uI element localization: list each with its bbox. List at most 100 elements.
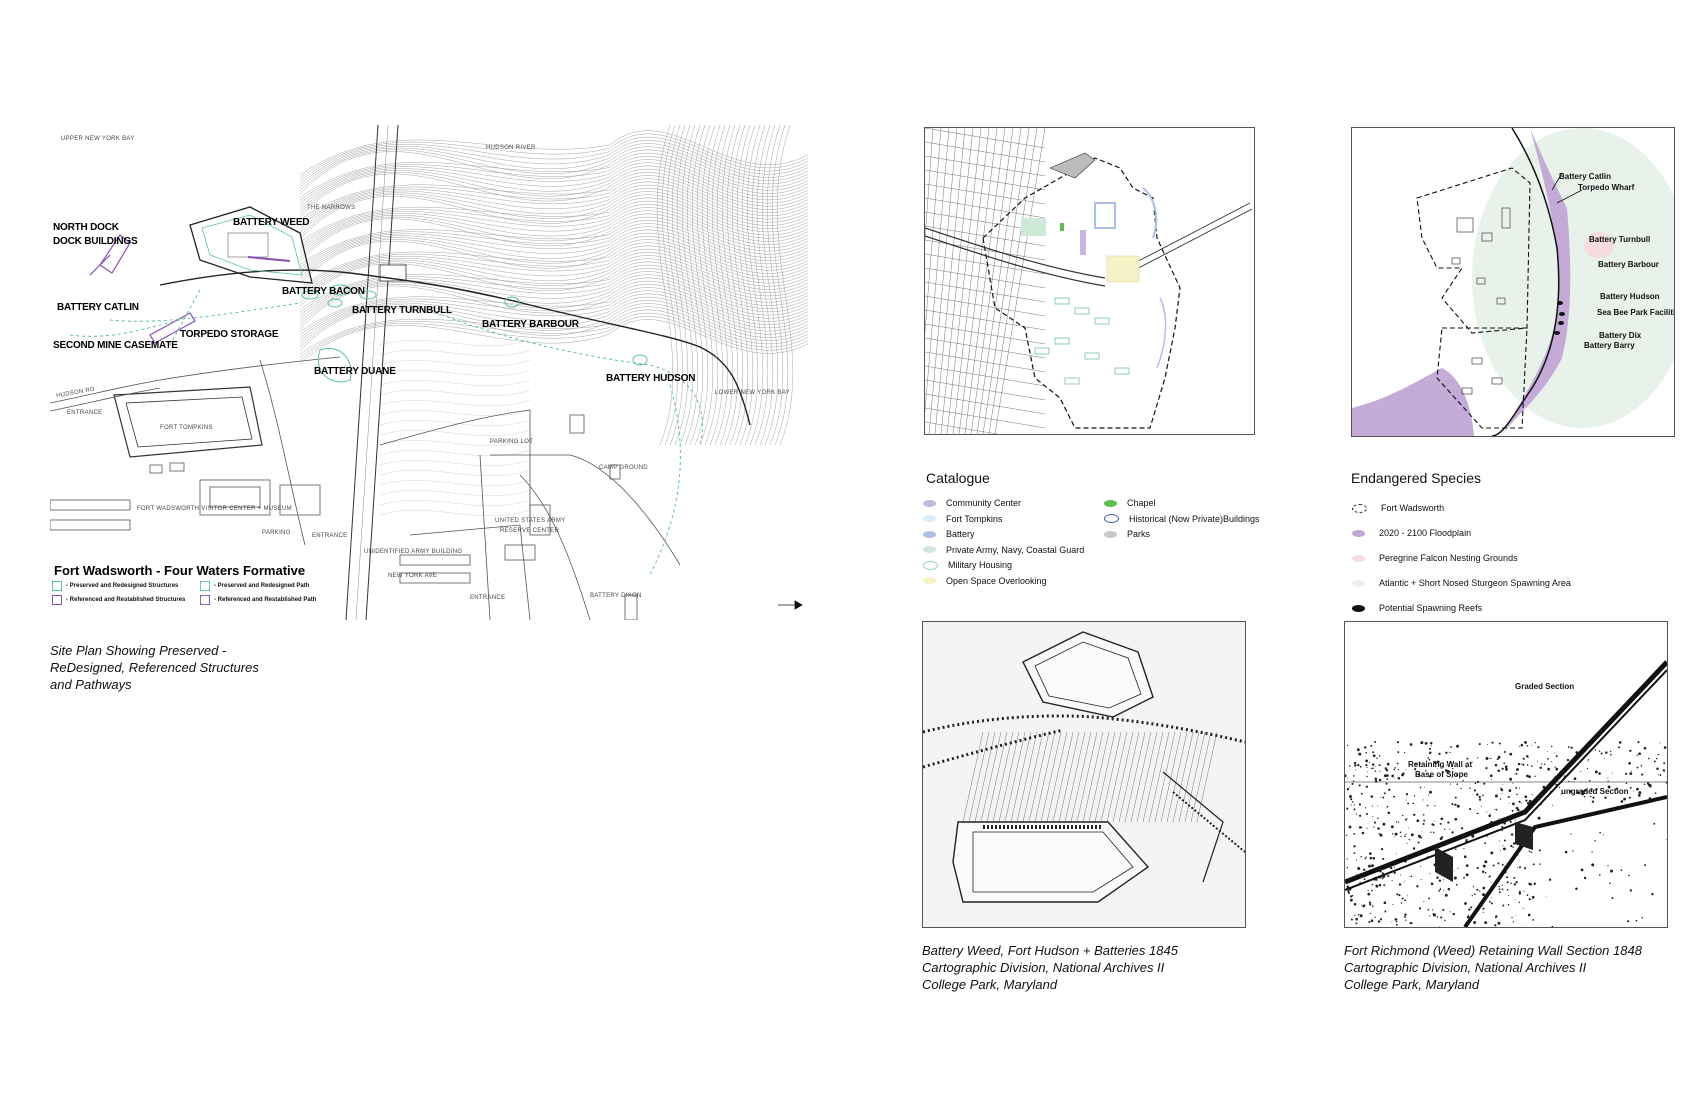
catalogue-swatch [923, 530, 936, 538]
label-torpedo-storage: TORPEDO STORAGE [180, 329, 279, 340]
catalogue-item: Chapel [1104, 498, 1156, 508]
catalogue-swatch [923, 577, 936, 584]
legend-swatch [200, 581, 210, 591]
label-unidentified-building: UNIDENTIFIED ARMY BUILDING [364, 549, 463, 555]
species-item: Peregrine Falcon Nesting Grounds [1352, 553, 1518, 563]
label-new-york-ave: NEW YORK AVE [388, 573, 438, 579]
catalogue-title: Catalogue [926, 470, 990, 486]
referenced-structures [89, 234, 196, 344]
archive-map-1845[interactable] [922, 621, 1246, 928]
label-battery-duane: BATTERY DUANE [314, 366, 396, 377]
species-swatch [1352, 503, 1367, 513]
map-label-sea-bee: Sea Bee Park Facilities [1597, 308, 1674, 317]
catalogue-label: Military Housing [948, 560, 1013, 570]
legend-label: - Referenced and Restablished Path [214, 597, 317, 603]
catalogue-item: Battery [923, 529, 975, 539]
label-army-reserve-2: RESERVE CENTER [500, 528, 560, 534]
catalogue-item: Open Space Overlooking [923, 576, 1047, 586]
label-parking: PARKING [262, 530, 291, 536]
site-plan-caption: Site Plan Showing Preserved - ReDesigned… [50, 642, 259, 693]
label-battery-weed: BATTERY WEED [233, 217, 310, 228]
catalogue-swatch [923, 546, 936, 553]
archive-1-caption-line: Battery Weed, Fort Hudson + Batteries 18… [922, 943, 1178, 958]
species-swatch [1352, 554, 1365, 562]
endangered-species-map[interactable]: Battery Catlin Torpedo Wharf Battery Tur… [1351, 127, 1675, 437]
catalogue-label: Parks [1127, 529, 1151, 539]
legend-label: - Referenced and Restablished Structures [66, 597, 186, 603]
species-item: Atlantic + Short Nosed Sturgeon Spawning… [1352, 578, 1571, 588]
label-battery-barbour: BATTERY BARBOUR [482, 319, 579, 330]
label-upper-bay: UPPER NEW YORK BAY [61, 136, 135, 142]
legend-label: - Preserved and Redesigned Structures [66, 583, 179, 589]
map-label-battery-turnbull: Battery Turnbull [1589, 235, 1651, 244]
catalogue-swatch [1104, 499, 1117, 507]
species-swatch [1352, 529, 1365, 537]
species-label: Peregrine Falcon Nesting Grounds [1379, 553, 1518, 563]
site-plan-caption-line: Site Plan Showing Preserved - [50, 643, 227, 658]
label-army-reserve-1: UNITED STATES ARMY [495, 518, 566, 524]
catalogue-label: Battery [946, 529, 975, 539]
catalogue-item: Historical (Now Private)Buildings [1104, 514, 1260, 524]
map-label-torpedo-wharf: Torpedo Wharf [1578, 183, 1635, 192]
label-battery-hudson: BATTERY HUDSON [606, 373, 696, 384]
label-battery-dixon: BATTERY DIXON [590, 593, 642, 599]
species-map-drawing [1352, 128, 1674, 436]
label-battery-turnbull: BATTERY TURNBULL [352, 305, 452, 316]
catalogue-label: Fort Tompkins [946, 513, 1003, 524]
catalogue-label: Private Army, Navy, Coastal Guard [946, 544, 1085, 555]
catalogue-item: Military Housing [923, 560, 1012, 570]
site-plan-legend-item: - Preserved and Redesigned Structures [52, 581, 178, 591]
legend-label: - Preserved and Redesigned Path [214, 583, 310, 589]
archive-1-caption-line: Cartographic Division, National Archives… [922, 960, 1165, 975]
archive-wall-section-1848[interactable]: Graded Section Retaining Wall at Base of… [1344, 621, 1668, 928]
label-the-narrows: THE NARROWS [307, 205, 356, 211]
catalogue-label: Historical (Now Private)Buildings [1129, 513, 1260, 524]
archive-2-caption-line: College Park, Maryland [1344, 977, 1480, 992]
map-label-battery-barbour: Battery Barbour [1598, 260, 1659, 269]
legend-swatch [52, 581, 62, 591]
catalogue-map[interactable] [924, 127, 1255, 435]
label-fort-tompkins: FORT TOMPKINS [160, 425, 213, 431]
archive-1-caption-line: College Park, Maryland [922, 977, 1058, 992]
label-retaining-wall-1: Retaining Wall at [1408, 760, 1473, 769]
site-plan-title: Fort Wadsworth - Four Waters Formative [54, 563, 306, 578]
label-dock-buildings: DOCK BUILDINGS [53, 236, 138, 247]
catalogue-label: Chapel [1127, 498, 1156, 508]
catalogue-swatch [1104, 514, 1119, 523]
archive-2-caption-line: Cartographic Division, National Archives… [1344, 960, 1587, 975]
archive-1845-drawing [923, 622, 1245, 927]
map-label-battery-catlin: Battery Catlin [1559, 172, 1612, 181]
label-north-dock: NORTH DOCK [53, 222, 119, 233]
north-arrow [778, 600, 803, 610]
site-plan-caption-line: and Pathways [50, 677, 132, 692]
catalogue-label: Community Center [946, 498, 1022, 508]
species-swatch [1352, 579, 1365, 587]
map-label-battery-hudson: Battery Hudson [1600, 292, 1660, 301]
species-label: 2020 - 2100 Floodplain [1379, 528, 1472, 538]
site-plan-legend-item: - Referenced and Restablished Structures [52, 595, 185, 605]
species-item: Fort Wadsworth [1352, 503, 1444, 513]
label-retaining-wall-2: Base of Slope [1415, 770, 1468, 779]
species-label: Fort Wadsworth [1381, 503, 1445, 513]
map-label-battery-barry: Battery Barry [1584, 341, 1635, 350]
catalogue-item: Private Army, Navy, Coastal Guard [923, 545, 1084, 555]
species-swatch [1352, 604, 1365, 612]
species-item: Potential Spawning Reefs [1352, 603, 1482, 613]
label-lower-bay: LOWER NEW YORK BAY [715, 390, 790, 396]
archive-2-caption: Fort Richmond (Weed) Retaining Wall Sect… [1344, 942, 1642, 993]
label-camp-ground: CAMP GROUND [599, 465, 648, 471]
catalogue-swatch [1104, 530, 1117, 538]
site-plan-map[interactable]: NORTH DOCK DOCK BUILDINGS BATTERY WEED B… [50, 125, 808, 620]
legend-swatch [52, 595, 62, 605]
label-parking-lot: PARKING LOT [490, 439, 534, 445]
species-title: Endangered Species [1351, 470, 1481, 486]
species-label: Atlantic + Short Nosed Sturgeon Spawning… [1379, 578, 1571, 588]
label-hudson-river: HUDSON RIVER [486, 145, 536, 151]
catalogue-swatch [923, 499, 936, 507]
label-battery-bacon: BATTERY BACON [282, 286, 365, 297]
catalogue-map-drawing [925, 128, 1253, 434]
site-plan-legend-item: - Referenced and Restablished Path [200, 595, 316, 605]
legend-swatch [200, 595, 210, 605]
archive-1-caption: Battery Weed, Fort Hudson + Batteries 18… [922, 942, 1178, 993]
catalogue-swatch [923, 560, 938, 570]
